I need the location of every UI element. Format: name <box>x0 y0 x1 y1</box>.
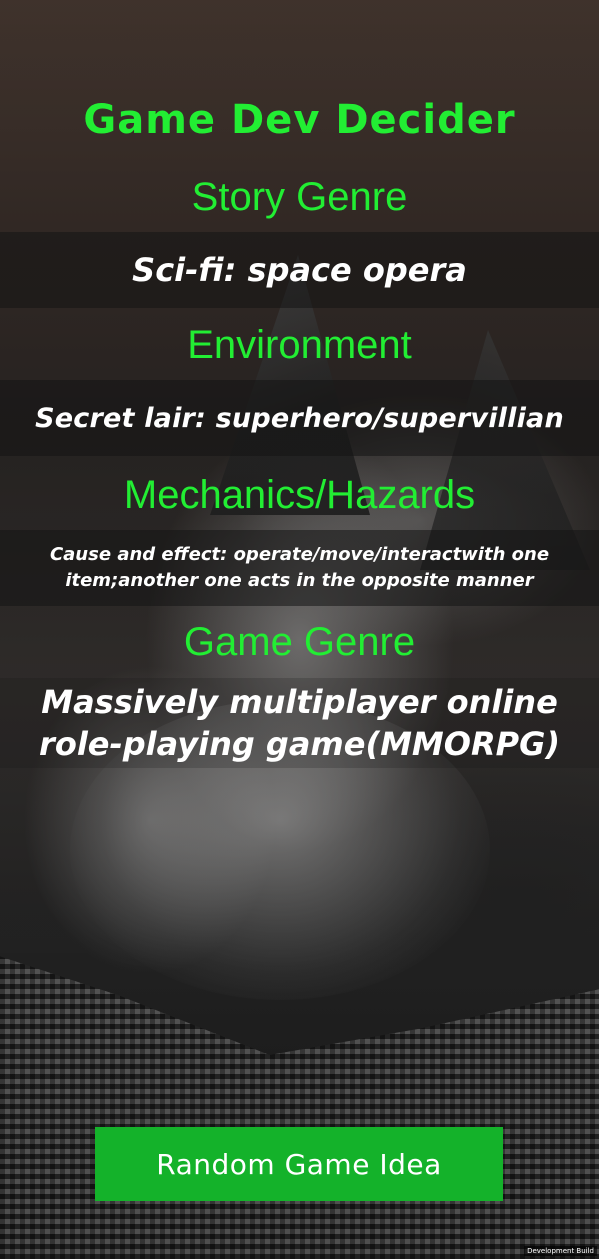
game-genre-band: Massively multiplayer online role-playin… <box>0 678 599 768</box>
mechanics-band: Cause and effect: operate/move/interactw… <box>0 530 599 606</box>
environment-value: Secret lair: superhero/supervillian <box>35 402 564 434</box>
environment-band: Secret lair: superhero/supervillian <box>0 380 599 456</box>
mechanics-value: Cause and effect: operate/move/interactw… <box>49 544 550 591</box>
mechanics-heading: Mechanics/Hazards <box>123 473 476 517</box>
game-genre-value: Massively multiplayer online role-playin… <box>39 683 560 763</box>
main-content: Game Dev Decider Story Genre Sci-fi: spa… <box>0 0 599 1259</box>
story-genre-heading: Story Genre <box>191 175 408 219</box>
app-title: Game Dev Decider <box>83 97 516 143</box>
random-game-idea-button[interactable]: Random Game Idea <box>95 1127 503 1201</box>
development-build-label: Development Build <box>524 1246 597 1256</box>
environment-heading: Environment <box>187 323 412 367</box>
game-genre-heading: Game Genre <box>183 620 416 664</box>
story-genre-band: Sci-fi: space opera <box>0 232 599 308</box>
story-genre-value: Sci-fi: space opera <box>132 251 467 289</box>
